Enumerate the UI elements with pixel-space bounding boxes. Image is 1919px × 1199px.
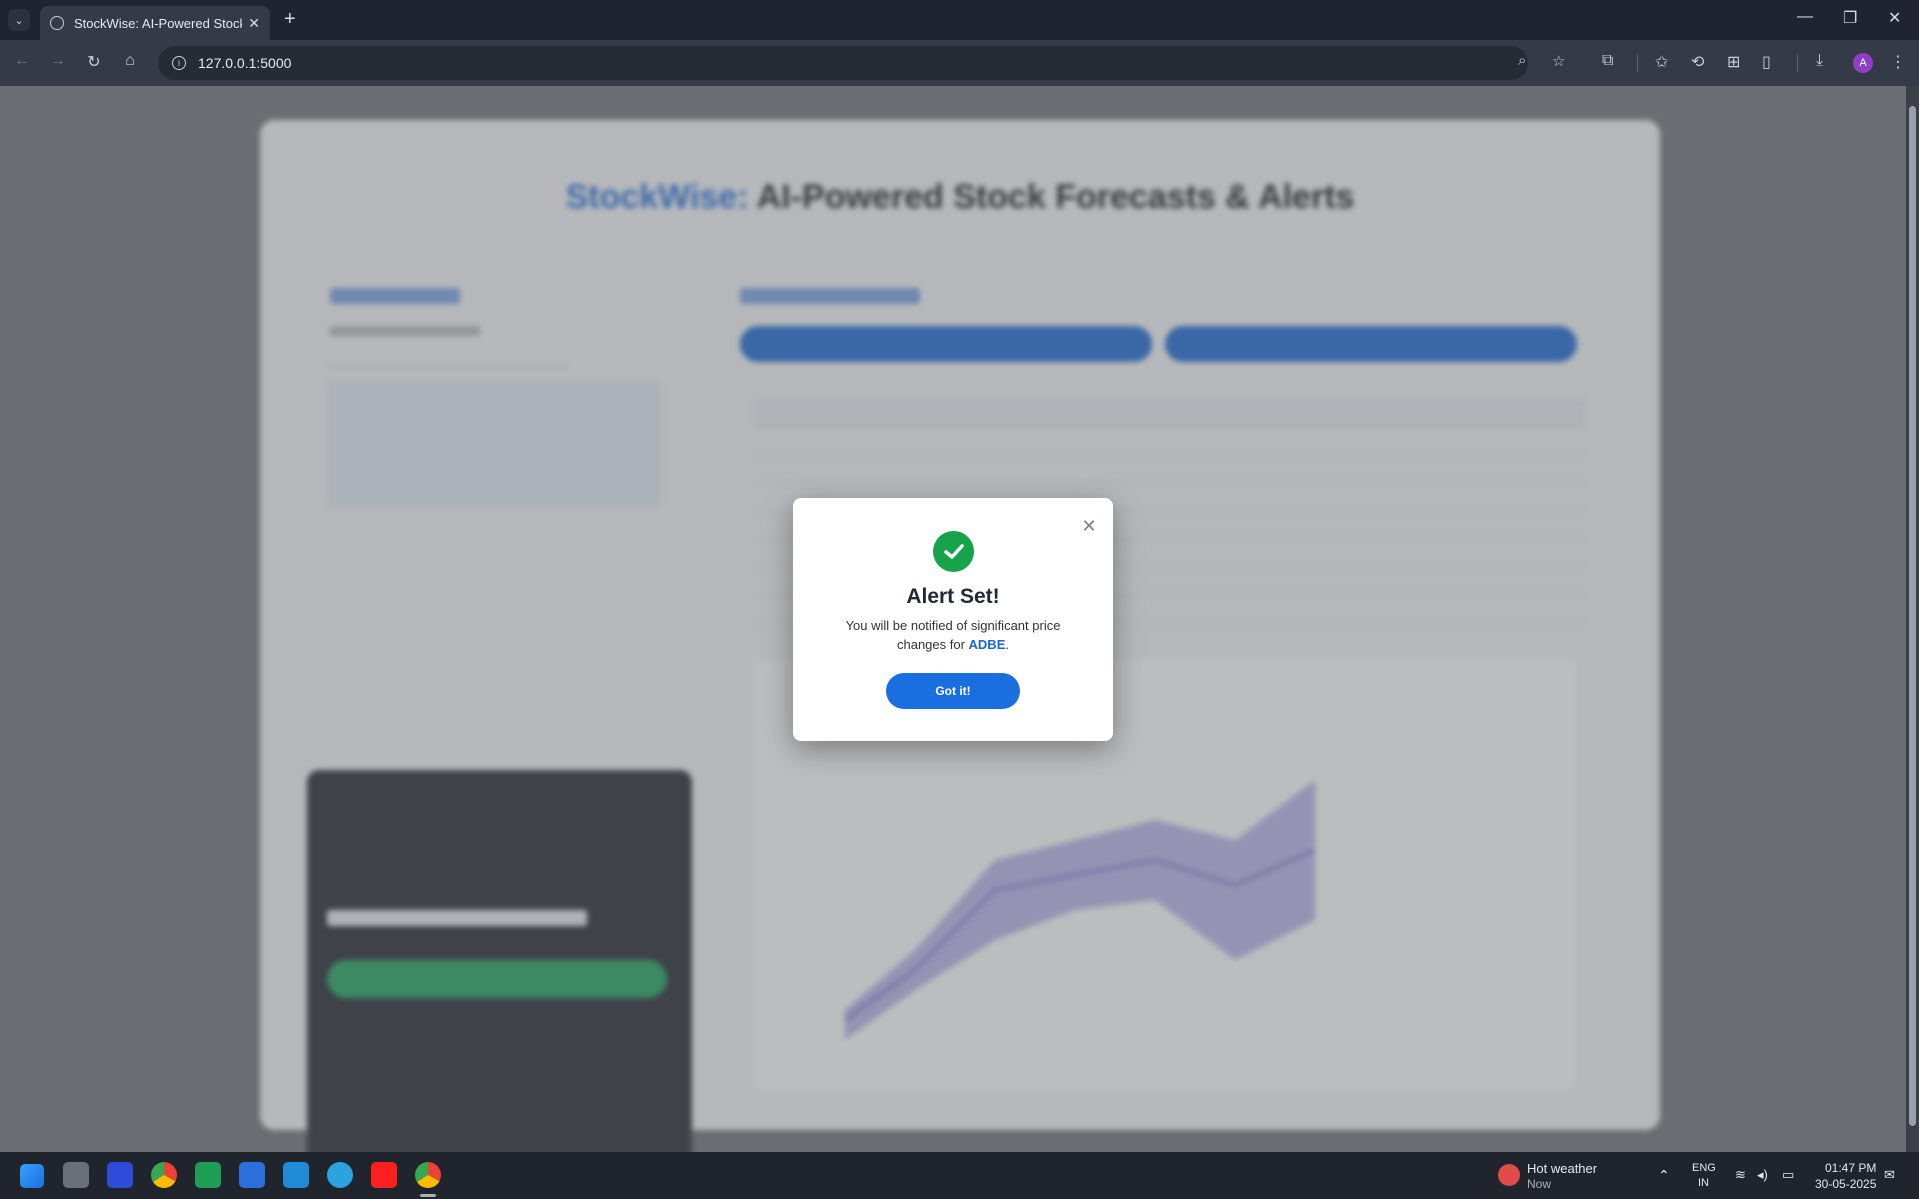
chevron-up-icon[interactable]: ⌃ [1658,1167,1670,1184]
more-icon[interactable]: ⋮ [1890,52,1906,72]
history-icon[interactable]: ⟲ [1691,52,1704,72]
browser-tab-bar: ⌄ StockWise: AI-Powered Stock Fo ✕ + — ❐… [0,0,1919,40]
modal-message: You will be notified of significant pric… [833,616,1073,654]
todo-icon[interactable] [239,1162,265,1188]
classroom-icon[interactable] [195,1162,221,1188]
stock-select [330,348,570,368]
reading-icon[interactable]: ▯ [1762,52,1771,72]
select-stock-heading [330,288,460,304]
toolbar-separator [1797,54,1798,72]
got-it-button[interactable]: Got it! [886,673,1020,709]
wifi-icon[interactable]: ≋ [1735,1167,1746,1183]
browser-tab[interactable]: StockWise: AI-Powered Stock Fo ✕ [40,6,270,40]
alert-set-modal: ✕ Alert Set! You will be notified of sig… [793,498,1113,741]
close-tab-icon[interactable]: ✕ [248,15,260,32]
weather-icon[interactable] [1498,1164,1520,1186]
close-window-icon[interactable]: ✕ [1888,8,1901,28]
back-icon[interactable]: ← [11,52,33,70]
info-icon[interactable]: i [172,56,186,70]
restore-icon[interactable]: ❐ [1843,8,1857,28]
weather-title[interactable]: Hot weather [1527,1161,1597,1176]
tab-list-icon[interactable]: ⌄ [8,9,30,31]
page-title: StockWise: AI-Powered Stock Forecasts & … [260,178,1660,217]
price-alert-card [307,770,692,1152]
clock-date: 30-05-2025 [1815,1177,1877,1191]
page-title-rest: AI-Powered Stock Forecasts & Alerts [748,178,1355,216]
stock-info-box [328,382,660,506]
battery-icon[interactable]: ▭ [1782,1167,1794,1183]
notification-icon[interactable]: ✉ [1884,1167,1895,1183]
download-icon[interactable]: ⤓ [1816,52,1823,70]
extensions-icon[interactable]: ⧉ [1602,52,1613,70]
clock-time[interactable]: 01:47 PM [1825,1161,1876,1175]
split-icon[interactable]: ⊞ [1727,52,1740,72]
modal-message-text: You will be notified of significant pric… [845,618,1061,652]
favorites-icon[interactable]: ✩ [1655,52,1668,72]
toolbar-separator [1637,54,1638,72]
threshold-input [327,910,587,926]
youtube-icon[interactable] [371,1162,397,1188]
minimize-icon[interactable]: — [1797,8,1813,26]
active-app-indicator [420,1194,436,1197]
set-alert-button [327,960,667,998]
check-icon [933,531,974,572]
vscode-icon[interactable] [283,1162,309,1188]
reload-icon[interactable]: ↻ [83,52,105,72]
modal-message-end: . [1005,637,1009,652]
address-bar[interactable]: i 127.0.0.1:5000 [158,46,1528,80]
chrome-profile-icon[interactable] [415,1162,441,1188]
volume-icon[interactable]: ◂) [1757,1167,1768,1183]
globe-icon [50,16,64,30]
telegram-icon[interactable] [327,1162,353,1188]
modal-ticker: ADBE [968,637,1006,652]
brand-name: StockWise: [565,178,749,216]
windows-taskbar: Hot weather Now ⌃ ENG IN ≋ ◂) ▭ 01:47 PM… [0,1152,1919,1199]
weather-sub: Now [1527,1177,1552,1191]
profile-avatar[interactable]: A [1853,53,1873,73]
forecast-heading [740,288,920,304]
start-icon[interactable] [20,1164,44,1188]
forward-icon[interactable]: → [47,52,69,70]
zoom-icon[interactable]: ⌕ [1518,52,1526,69]
task-view-icon[interactable] [63,1162,89,1188]
page-scrollbar[interactable] [1906,86,1919,1152]
star-icon[interactable]: ☆ [1552,52,1565,70]
language-top[interactable]: ENG [1692,1162,1716,1174]
browser-toolbar: ← → ↻ ⌂ i 127.0.0.1:5000 ⌕ ☆ [0,40,1919,86]
new-tab-button[interactable]: + [284,8,296,31]
chrome-icon[interactable] [151,1162,177,1188]
forecast-button-left [740,326,1152,362]
close-icon[interactable]: ✕ [1081,517,1097,535]
home-icon[interactable]: ⌂ [119,52,141,70]
scrollbar-thumb[interactable] [1909,106,1916,1126]
modal-title: Alert Set! [906,585,1000,608]
tab-title: StockWise: AI-Powered Stock Fo [74,15,242,31]
stock-label [330,326,480,336]
url-text: 127.0.0.1:5000 [198,55,292,71]
forecast-button-right [1165,326,1577,362]
app-editor-icon[interactable] [107,1162,133,1188]
language-bottom: IN [1698,1177,1709,1189]
